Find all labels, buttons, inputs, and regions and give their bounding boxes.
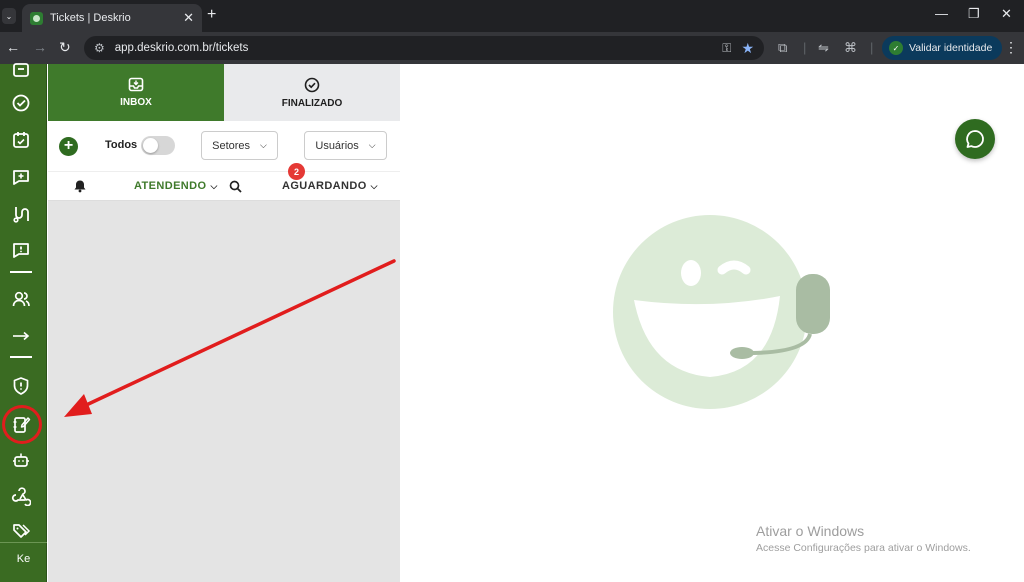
- bot-icon[interactable]: [9, 449, 33, 471]
- chevron-down-icon: ⌵: [370, 181, 378, 191]
- back-icon[interactable]: ←: [6, 39, 20, 55]
- dashboard-icon[interactable]: [9, 60, 33, 82]
- route-icon[interactable]: [9, 203, 33, 225]
- extensions-icon[interactable]: ⧉: [778, 40, 787, 56]
- shield-alert-icon[interactable]: [9, 375, 33, 397]
- sidebar-divider-2: [10, 356, 32, 358]
- tab-search-button[interactable]: ⌄: [2, 8, 16, 24]
- chat-bubble-icon: [966, 130, 984, 148]
- url-text: app.deskrio.com.br/tickets: [114, 42, 249, 54]
- watermark-subtitle: Acesse Configurações para ativar o Windo…: [756, 542, 971, 554]
- browser-menu-icon[interactable]: ⋮: [1004, 39, 1018, 56]
- browser-titlebar: ⌄ Tickets | Deskrio ✕ + — ❐ ✕: [0, 0, 1024, 32]
- todos-label: Todos: [105, 139, 138, 151]
- shield-check-icon: ✓: [889, 41, 903, 55]
- tab-title: Tickets | Deskrio: [50, 12, 131, 24]
- bell-icon[interactable]: [73, 179, 87, 198]
- browser-tab[interactable]: Tickets | Deskrio ✕: [22, 4, 202, 32]
- check-circle-icon: [304, 77, 320, 92]
- arrow-right-icon[interactable]: [9, 325, 33, 347]
- chevron-down-icon: ⌵: [210, 181, 218, 191]
- webhook-icon[interactable]: [9, 485, 33, 507]
- usuarios-label: Usuários: [315, 139, 359, 152]
- usuarios-select[interactable]: Usuários ⌵: [304, 131, 387, 160]
- user-initials[interactable]: Ke: [0, 553, 47, 565]
- check-circle-icon[interactable]: [9, 92, 33, 114]
- aguardando-label: AGUARDANDO: [282, 180, 367, 192]
- queue-bar: ATENDENDO ⌵ AGUARDANDO ⌵: [48, 171, 400, 201]
- calendar-check-icon[interactable]: [9, 129, 33, 151]
- annotation-highlight-circle: [2, 405, 42, 444]
- chevron-down-icon: ⌵: [368, 140, 376, 150]
- aguardando-filter[interactable]: AGUARDANDO ⌵: [282, 180, 378, 192]
- aguardando-count-badge: 2: [288, 163, 305, 180]
- tab-inbox[interactable]: INBOX: [48, 64, 224, 121]
- sidebar-footer-divider: [0, 542, 47, 543]
- inbox-icon: [128, 77, 144, 92]
- toolbar-divider-2: |: [870, 40, 874, 55]
- sidebar-divider: [10, 271, 32, 273]
- extension-icon-1[interactable]: ⇋: [818, 40, 829, 56]
- browser-toolbar: ← → ↻ ⚙ app.deskrio.com.br/tickets ⚿ ★ ⧉…: [0, 32, 1024, 64]
- address-bar[interactable]: ⚙ app.deskrio.com.br/tickets ⚿ ★: [84, 36, 764, 60]
- atendendo-label: ATENDENDO: [134, 180, 207, 192]
- add-ticket-button[interactable]: +: [59, 137, 78, 156]
- message-plus-icon[interactable]: [9, 166, 33, 188]
- deskrio-mascot-illustration: [613, 215, 830, 409]
- tab-finalizado-label: FINALIZADO: [281, 97, 343, 109]
- setores-label: Setores: [212, 139, 251, 152]
- new-tab-button[interactable]: +: [207, 6, 216, 24]
- tab-finalizado[interactable]: FINALIZADO: [224, 64, 400, 121]
- setores-select[interactable]: Setores ⌵: [201, 131, 278, 160]
- users-icon[interactable]: [9, 288, 33, 310]
- tab-inbox-label: INBOX: [120, 97, 152, 108]
- bookmark-star-icon[interactable]: ★: [741, 40, 754, 57]
- deskrio-favicon-icon: [30, 11, 43, 25]
- close-tab-icon[interactable]: ✕: [183, 10, 194, 26]
- validate-identity-label: Validar identidade: [909, 42, 993, 54]
- forward-icon[interactable]: →: [33, 39, 47, 55]
- toolbar-divider: |: [803, 40, 807, 55]
- main-content: Ativar o Windows Acesse Configurações pa…: [400, 64, 1024, 582]
- password-key-icon[interactable]: ⚿: [722, 41, 731, 56]
- windows-activation-watermark: Ativar o Windows Acesse Configurações pa…: [756, 523, 971, 554]
- atendendo-filter[interactable]: ATENDENDO ⌵: [134, 180, 218, 192]
- close-window-icon[interactable]: ✕: [1001, 6, 1012, 22]
- watermark-title: Ativar o Windows: [756, 523, 865, 539]
- message-alert-icon[interactable]: [9, 239, 33, 261]
- validate-identity-button[interactable]: ✓ Validar identidade: [882, 36, 1003, 60]
- restore-icon[interactable]: ❐: [968, 6, 980, 22]
- chat-button[interactable]: [955, 119, 995, 159]
- tags-icon[interactable]: [9, 520, 33, 542]
- ticket-filters: + Todos Setores ⌵ Usuários ⌵: [48, 121, 400, 171]
- chevron-down-icon: ⌵: [260, 140, 267, 150]
- site-info-icon[interactable]: ⚙: [94, 41, 105, 55]
- translate-icon[interactable]: ⌘: [844, 40, 857, 56]
- minimize-icon[interactable]: —: [935, 6, 948, 21]
- reload-icon[interactable]: ↻: [59, 39, 71, 56]
- search-icon[interactable]: [229, 180, 242, 198]
- todos-toggle[interactable]: [141, 136, 175, 155]
- app-sidebar: Ke: [0, 63, 47, 582]
- tickets-panel: INBOX FINALIZADO + Todos Setores ⌵ Usuár…: [48, 64, 400, 582]
